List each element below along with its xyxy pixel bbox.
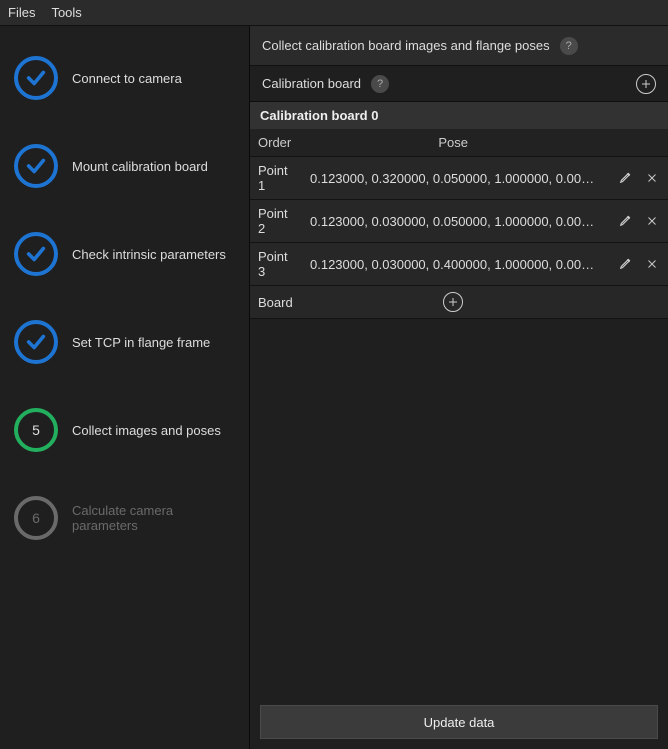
- content: Collect calibration board images and fla…: [250, 26, 668, 749]
- points-table: Order Pose Point 1 0.123000, 0.320000, 0…: [250, 129, 668, 319]
- add-board-icon[interactable]: [636, 74, 656, 94]
- edit-icon[interactable]: [618, 169, 634, 185]
- step-collect-images[interactable]: 5 Collect images and poses: [0, 402, 249, 458]
- check-icon: [14, 56, 58, 100]
- board-add-row: Board: [250, 286, 668, 319]
- menu-files[interactable]: Files: [8, 5, 35, 20]
- help-icon[interactable]: ?: [371, 75, 389, 93]
- step-label: Set TCP in flange frame: [72, 335, 210, 350]
- edit-icon[interactable]: [618, 255, 634, 271]
- check-icon: [14, 320, 58, 364]
- calibration-board-header: Calibration board ?: [250, 66, 668, 102]
- step-label: Mount calibration board: [72, 159, 208, 174]
- delete-icon[interactable]: [644, 256, 660, 272]
- section-header: Collect calibration board images and fla…: [250, 26, 668, 66]
- step-label: Collect images and poses: [72, 423, 221, 438]
- delete-icon[interactable]: [644, 213, 660, 229]
- step-connect-camera[interactable]: Connect to camera: [0, 50, 249, 106]
- col-pose: Pose: [302, 129, 604, 157]
- step-calc-params[interactable]: 6 Calculate camera parameters: [0, 490, 249, 546]
- cell-order: Point 1: [250, 157, 302, 200]
- step-check-intrinsics[interactable]: Check intrinsic parameters: [0, 226, 249, 282]
- step-number-icon: 6: [14, 496, 58, 540]
- main: Connect to camera Mount calibration boar…: [0, 26, 668, 749]
- cell-order: Board: [250, 286, 302, 319]
- cell-order: Point 3: [250, 243, 302, 286]
- board-title: Calibration board 0: [250, 102, 668, 129]
- step-label: Check intrinsic parameters: [72, 247, 226, 262]
- step-label: Calculate camera parameters: [72, 503, 235, 533]
- footer: Update data: [250, 695, 668, 749]
- step-mount-board[interactable]: Mount calibration board: [0, 138, 249, 194]
- delete-icon[interactable]: [644, 170, 660, 186]
- step-set-tcp[interactable]: Set TCP in flange frame: [0, 314, 249, 370]
- check-icon: [14, 144, 58, 188]
- table-row: Point 3 0.123000, 0.030000, 0.400000, 1.…: [250, 243, 668, 286]
- cell-pose: 0.123000, 0.320000, 0.050000, 1.000000, …: [302, 157, 604, 200]
- content-body: Calibration board 0 Order Pose Point 1 0…: [250, 102, 668, 695]
- calibration-board-label: Calibration board: [262, 76, 361, 91]
- sidebar: Connect to camera Mount calibration boar…: [0, 26, 250, 749]
- cell-order: Point 2: [250, 200, 302, 243]
- cell-pose: 0.123000, 0.030000, 0.050000, 1.000000, …: [302, 200, 604, 243]
- col-order: Order: [250, 129, 302, 157]
- menu-tools[interactable]: Tools: [51, 5, 81, 20]
- step-label: Connect to camera: [72, 71, 182, 86]
- table-row: Point 2 0.123000, 0.030000, 0.050000, 1.…: [250, 200, 668, 243]
- update-data-button[interactable]: Update data: [260, 705, 658, 739]
- table-header: Order Pose: [250, 129, 668, 157]
- add-point-icon[interactable]: [443, 292, 463, 312]
- section-title: Collect calibration board images and fla…: [262, 38, 550, 53]
- table-row: Point 1 0.123000, 0.320000, 0.050000, 1.…: [250, 157, 668, 200]
- menubar: Files Tools: [0, 0, 668, 26]
- col-actions: [604, 129, 668, 157]
- cell-pose: 0.123000, 0.030000, 0.400000, 1.000000, …: [302, 243, 604, 286]
- edit-icon[interactable]: [618, 212, 634, 228]
- step-number-icon: 5: [14, 408, 58, 452]
- help-icon[interactable]: ?: [560, 37, 578, 55]
- check-icon: [14, 232, 58, 276]
- add-point-cell: [302, 286, 604, 319]
